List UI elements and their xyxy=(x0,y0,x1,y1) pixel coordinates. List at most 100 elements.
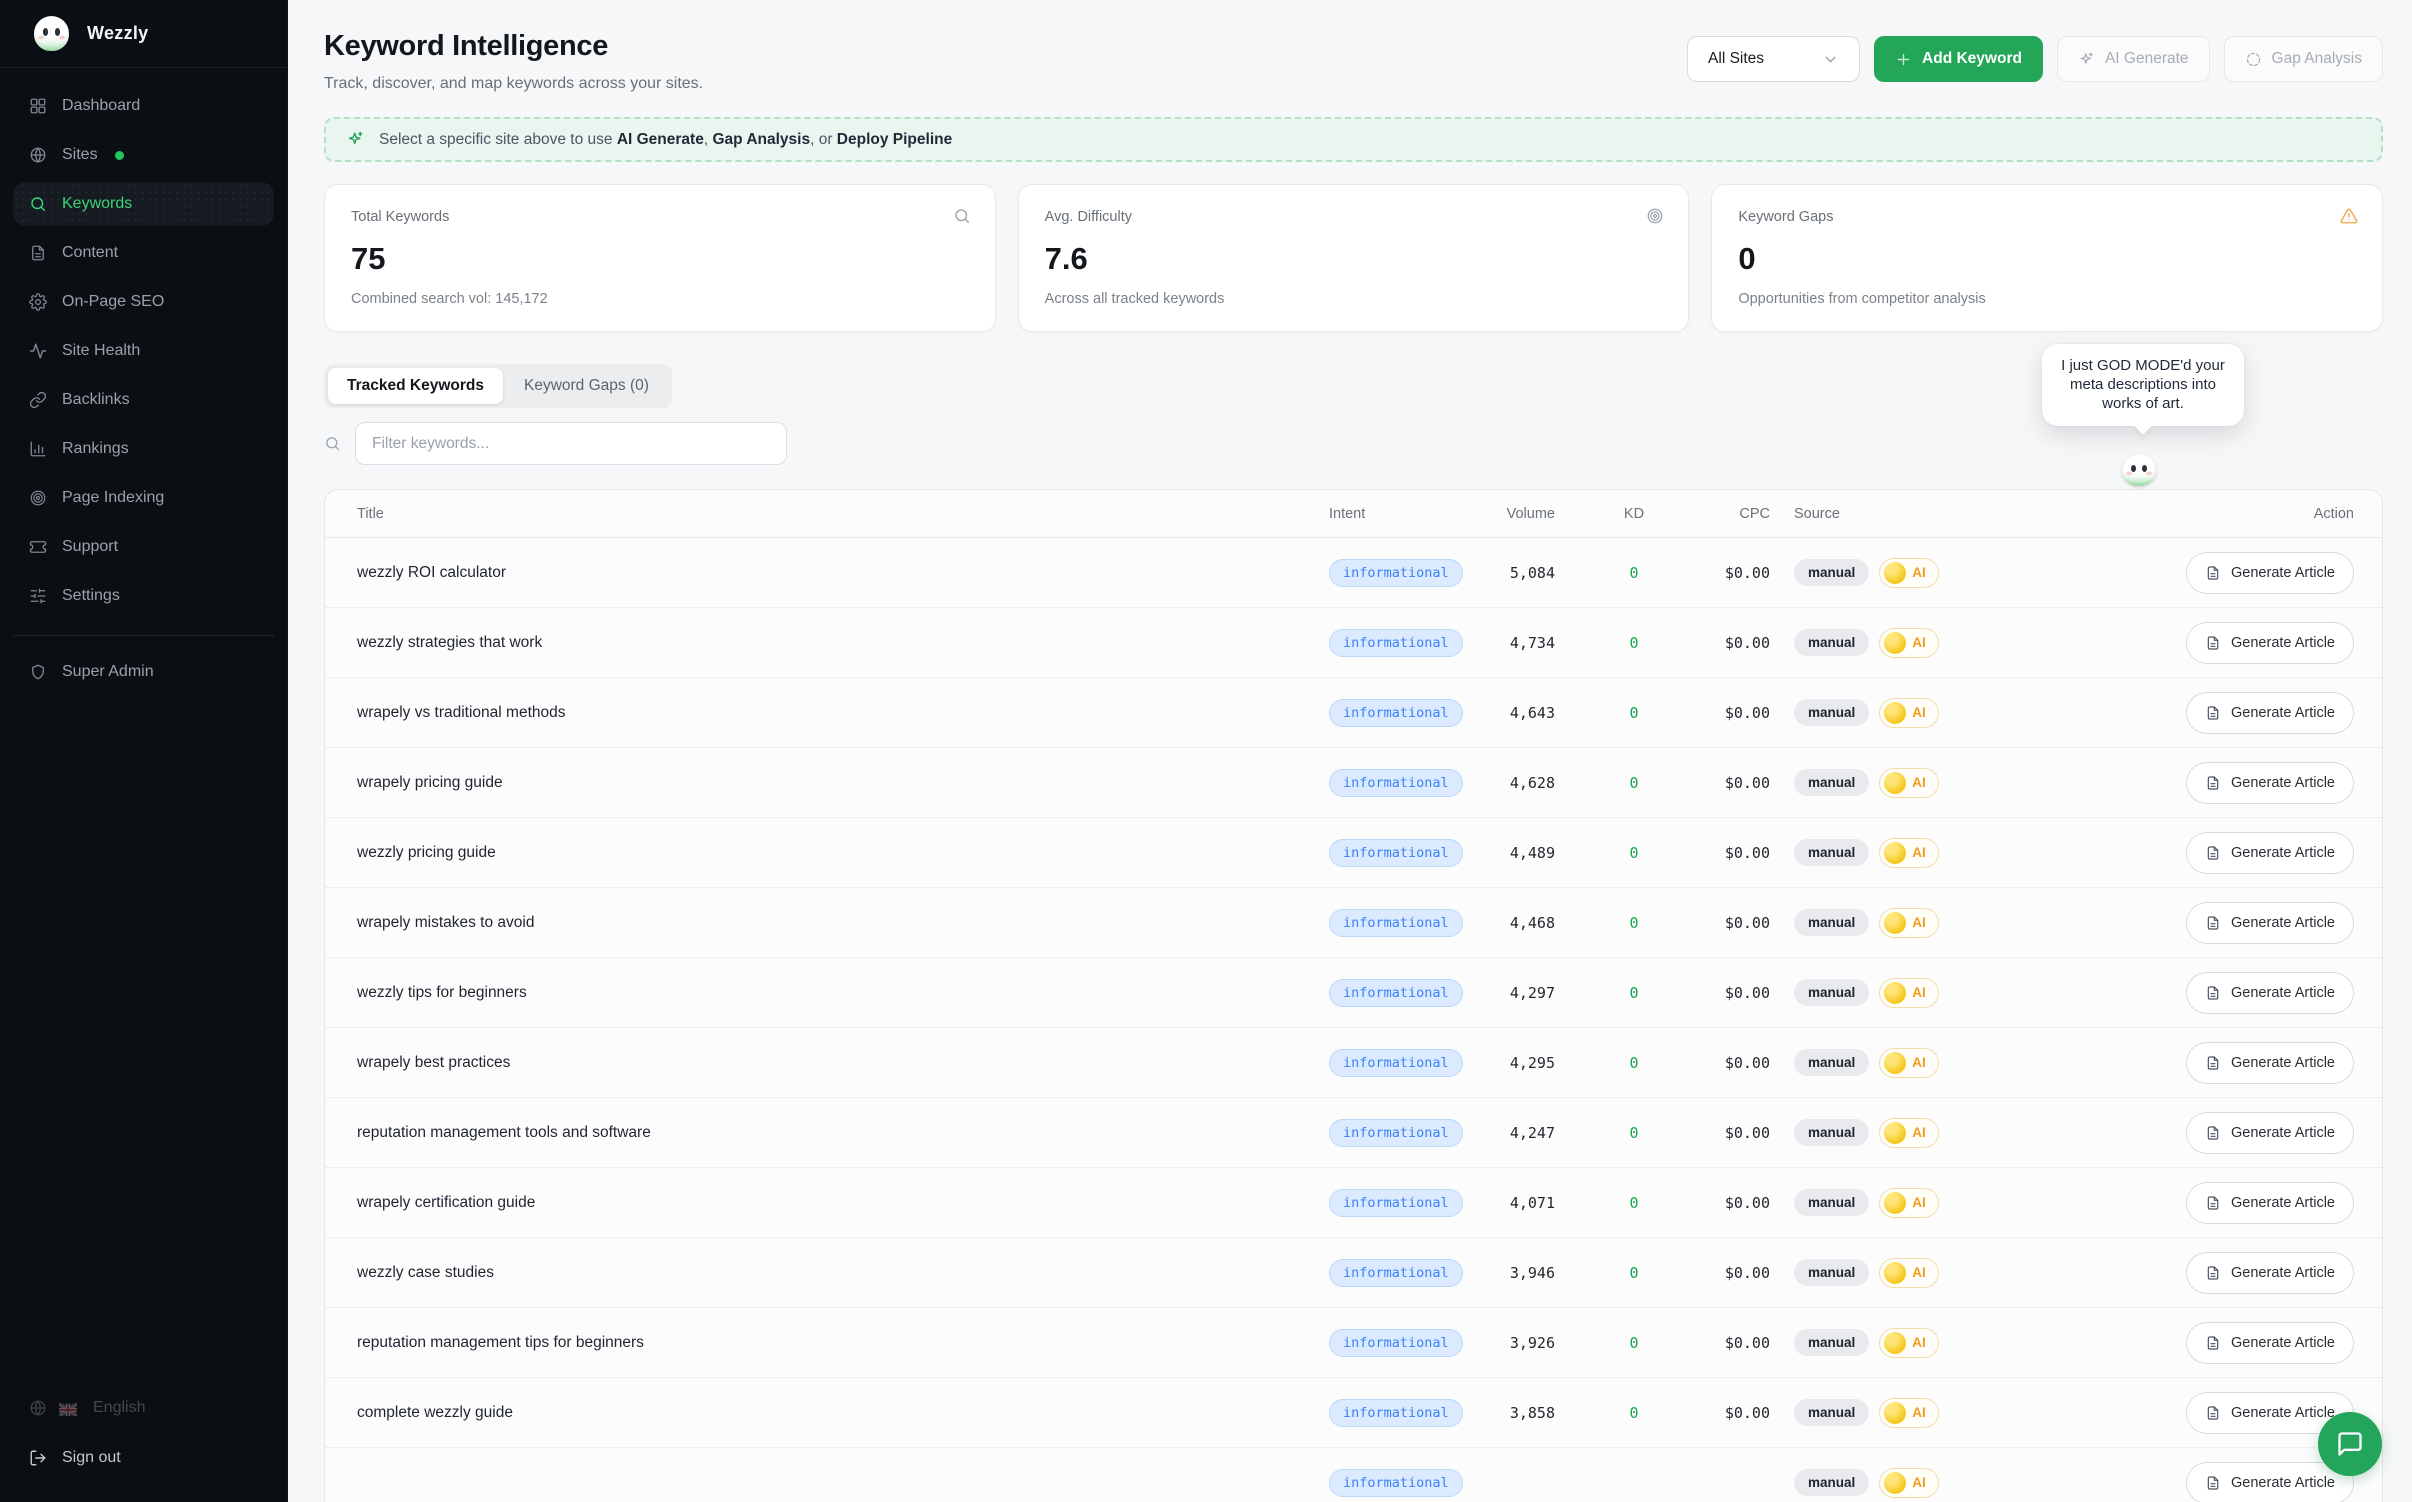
ai-ball-icon xyxy=(1884,982,1906,1004)
sidebar-item-on-page-seo[interactable]: On-Page SEO xyxy=(13,280,274,324)
keyword-title: complete wezzly guide xyxy=(357,1404,1329,1422)
chat-fab-button[interactable] xyxy=(2318,1412,2382,1476)
brand-logo: Wezzly xyxy=(0,0,287,68)
file-icon xyxy=(29,244,47,262)
add-keyword-button[interactable]: Add Keyword xyxy=(1874,36,2043,82)
ai-generate-button[interactable]: AI Generate xyxy=(2057,36,2210,82)
sidebar-item-label: Page Indexing xyxy=(62,489,164,507)
sidebar-item-site-health[interactable]: Site Health xyxy=(13,329,274,373)
page-header: Keyword Intelligence Track, discover, an… xyxy=(324,30,2383,93)
intent-badge: informational xyxy=(1329,1469,1463,1497)
tab-tracked-keywords[interactable]: Tracked Keywords xyxy=(328,368,503,404)
ai-ball-icon xyxy=(1884,702,1906,724)
sidebar-item-rankings[interactable]: Rankings xyxy=(13,427,274,471)
intent-badge: informational xyxy=(1329,1189,1463,1217)
target-icon xyxy=(29,489,47,507)
source-badge: manual xyxy=(1794,1259,1869,1286)
cpc-value: $0.00 xyxy=(1689,984,1794,1002)
generate-article-button[interactable]: Generate Article xyxy=(2186,1252,2354,1294)
app: Wezzly Dashboard Sites Keywords xyxy=(0,0,2412,1502)
gap-analysis-button[interactable]: Gap Analysis xyxy=(2224,36,2383,82)
generate-article-button[interactable]: Generate Article xyxy=(2186,1322,2354,1364)
sliders-icon xyxy=(29,587,47,605)
stat-value: 7.6 xyxy=(1045,241,1663,277)
generate-article-button[interactable]: Generate Article xyxy=(2186,1112,2354,1154)
column-intent: Intent xyxy=(1329,506,1479,522)
table-header: Title Intent Volume KD CPC Source Action xyxy=(325,490,2382,538)
cpc-value: $0.00 xyxy=(1689,1334,1794,1352)
sidebar-item-label: Dashboard xyxy=(62,97,140,115)
ai-badge: AI xyxy=(1879,1118,1939,1148)
sidebar-item-label: Support xyxy=(62,538,118,556)
sidebar-item-label: Site Health xyxy=(62,342,140,360)
source-badge: manual xyxy=(1794,559,1869,586)
generate-article-button[interactable]: Generate Article xyxy=(2186,1042,2354,1084)
stat-value: 75 xyxy=(351,241,969,277)
generate-article-button[interactable]: Generate Article xyxy=(2186,692,2354,734)
keyword-title: reputation management tools and software xyxy=(357,1124,1329,1142)
ai-ball-icon xyxy=(1884,1122,1906,1144)
ai-ball-icon xyxy=(1884,632,1906,654)
assistant-mascot[interactable] xyxy=(2122,454,2156,486)
table-row: wrapely pricing guide informational 4,62… xyxy=(325,748,2382,818)
sidebar-item-label: Backlinks xyxy=(62,391,130,409)
cpc-value: $0.00 xyxy=(1689,1194,1794,1212)
sidebar-item-content[interactable]: Content xyxy=(13,231,274,275)
kd-value: 0 xyxy=(1579,914,1689,932)
page-title: Keyword Intelligence xyxy=(324,30,703,63)
sidebar-item-settings[interactable]: Settings xyxy=(13,574,274,618)
stat-value: 0 xyxy=(1738,241,2356,277)
keyword-title: wrapely best practices xyxy=(357,1054,1329,1072)
sidebar-item-backlinks[interactable]: Backlinks xyxy=(13,378,274,422)
globe-icon xyxy=(29,1399,47,1417)
mascot-logo-icon xyxy=(34,16,69,51)
sidebar-item-sites[interactable]: Sites xyxy=(13,133,274,177)
document-icon xyxy=(2205,1405,2221,1421)
ai-ball-icon xyxy=(1884,1192,1906,1214)
volume-value: 4,247 xyxy=(1479,1124,1579,1142)
table-row: wezzly ROI calculator informational 5,08… xyxy=(325,538,2382,608)
document-icon xyxy=(2205,635,2221,651)
generate-article-button[interactable]: Generate Article xyxy=(2186,622,2354,664)
sidebar-item-super-admin[interactable]: Super Admin xyxy=(13,650,274,694)
page-subtitle: Track, discover, and map keywords across… xyxy=(324,75,703,93)
ai-badge: AI xyxy=(1879,1328,1939,1358)
filter-keywords-input[interactable] xyxy=(355,422,787,465)
header-controls: All Sites Add Keyword AI Generate Gap An… xyxy=(1687,36,2383,82)
signout-button[interactable]: Sign out xyxy=(0,1436,287,1480)
language-selector[interactable]: English xyxy=(0,1388,287,1428)
chevron-down-icon xyxy=(1822,51,1839,68)
sidebar-item-support[interactable]: Support xyxy=(13,525,274,569)
gear-icon xyxy=(29,293,47,311)
generate-article-button[interactable]: Generate Article xyxy=(2186,832,2354,874)
search-icon xyxy=(29,195,47,213)
sidebar-item-label: Super Admin xyxy=(62,663,154,681)
sidebar-item-keywords[interactable]: Keywords xyxy=(13,182,274,226)
table-row: informational manual AI Generate Article xyxy=(325,1448,2382,1502)
site-select[interactable]: All Sites xyxy=(1687,36,1860,82)
sidebar-item-label: Sites xyxy=(62,146,98,164)
generate-article-button[interactable]: Generate Article xyxy=(2186,762,2354,804)
sidebar-item-label: On-Page SEO xyxy=(62,293,164,311)
generate-article-button[interactable]: Generate Article xyxy=(2186,902,2354,944)
assistant-tooltip: I just GOD MODE'd your meta descriptions… xyxy=(2042,344,2244,426)
ai-ball-icon xyxy=(1884,1472,1906,1494)
generate-article-button[interactable]: Generate Article xyxy=(2186,1182,2354,1224)
stat-card-avg-difficulty: Avg. Difficulty 7.6 Across all tracked k… xyxy=(1018,184,1690,332)
filter-row xyxy=(324,422,2383,465)
column-kd: KD xyxy=(1579,506,1689,522)
generate-article-button[interactable]: Generate Article xyxy=(2186,972,2354,1014)
sidebar-item-page-indexing[interactable]: Page Indexing xyxy=(13,476,274,520)
ai-badge: AI xyxy=(1879,1468,1939,1498)
table-row: wezzly pricing guide informational 4,489… xyxy=(325,818,2382,888)
chat-icon xyxy=(2336,1430,2364,1458)
globe-icon xyxy=(29,146,47,164)
tab-keyword-gaps[interactable]: Keyword Gaps (0) xyxy=(505,368,668,404)
sidebar-item-dashboard[interactable]: Dashboard xyxy=(13,84,274,128)
table-row: reputation management tips for beginners… xyxy=(325,1308,2382,1378)
kd-value: 0 xyxy=(1579,1194,1689,1212)
intent-badge: informational xyxy=(1329,1119,1463,1147)
generate-article-button[interactable]: Generate Article xyxy=(2186,552,2354,594)
document-icon xyxy=(2205,845,2221,861)
cpc-value: $0.00 xyxy=(1689,774,1794,792)
